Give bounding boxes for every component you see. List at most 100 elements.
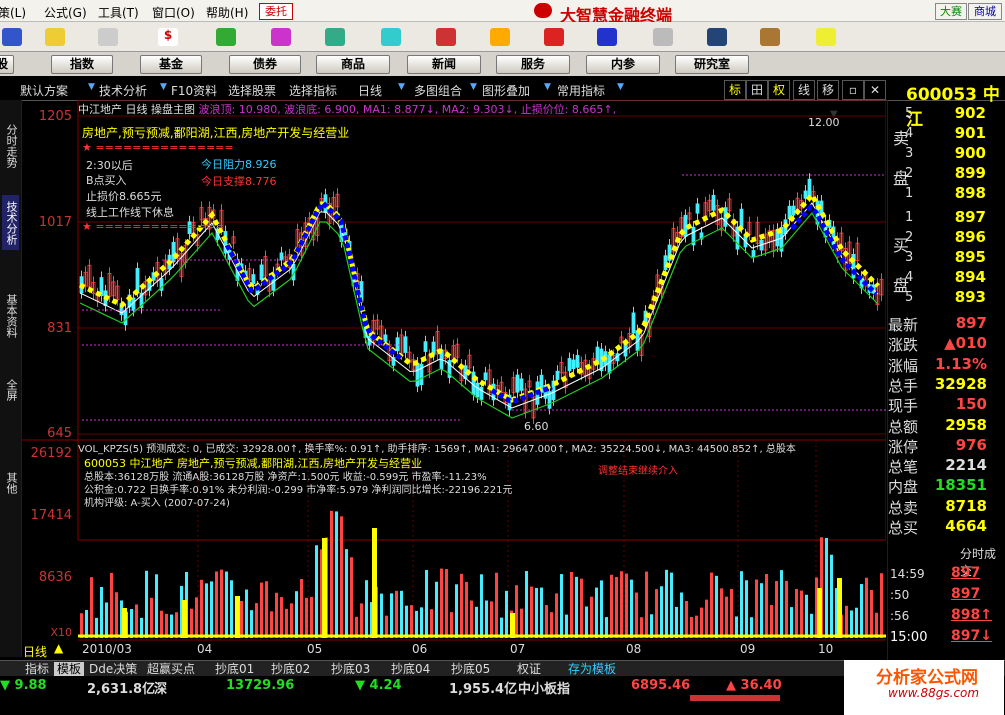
bell-icon[interactable]	[381, 28, 401, 46]
bottom-tab[interactable]: 抄底02	[268, 662, 313, 676]
order-price[interactable]: 897	[951, 208, 986, 226]
index-amount-1: 2,631.8亿	[87, 682, 156, 697]
bottom-tab[interactable]: 超赢买点	[144, 662, 198, 676]
ruler-icon[interactable]	[98, 28, 118, 46]
order-level: 5	[905, 106, 914, 121]
bars-icon[interactable]	[271, 28, 291, 46]
order-price[interactable]: 899	[951, 164, 986, 182]
order-price[interactable]: 895	[951, 248, 986, 266]
tab-intraday[interactable]: 分时走势	[2, 106, 19, 186]
tab-mark[interactable]: 标	[724, 80, 746, 100]
cat-service[interactable]: 服务	[496, 55, 570, 74]
order-price[interactable]: 896	[951, 228, 986, 246]
overlay-button[interactable]: 图形叠加	[482, 82, 530, 99]
dropdown-arrow-icon[interactable]: ▼	[88, 82, 97, 95]
menu-formula[interactable]: 公式(G)	[44, 4, 87, 21]
report-icon[interactable]	[436, 28, 456, 46]
move-icon[interactable]	[45, 28, 65, 46]
mall-button[interactable]: 商城	[968, 3, 1002, 20]
low-label: 6.60	[524, 420, 549, 433]
order-level: 1	[905, 210, 914, 225]
bottom-tab[interactable]: 指标	[22, 662, 52, 676]
tab-technical[interactable]: 技术分析	[2, 195, 19, 250]
tab-grid[interactable]: 田	[746, 80, 768, 100]
menu-tools[interactable]: 工具(T)	[98, 4, 139, 21]
order-price[interactable]: 893	[951, 288, 986, 306]
cat-index[interactable]: 指数	[51, 55, 113, 74]
dropdown-arrow-icon[interactable]: ▼	[470, 82, 479, 95]
order-level: 3	[905, 250, 914, 265]
order-price[interactable]: 901	[951, 124, 986, 142]
date-tick: 06	[412, 642, 428, 656]
quote-value: 897	[955, 314, 987, 332]
bottom-tab[interactable]: 模板	[54, 662, 85, 676]
breadth-bar	[690, 695, 780, 701]
cat-insider[interactable]: 内参	[586, 55, 660, 74]
menu-window[interactable]: 窗口(O)	[152, 4, 195, 21]
triangle-up-icon[interactable]: ▲	[54, 641, 63, 655]
cat-bond[interactable]: 债券	[229, 55, 301, 74]
period-indicator[interactable]: 日线	[23, 643, 47, 660]
tab-other[interactable]: 其他	[2, 468, 19, 498]
common-indicator-button[interactable]: 常用指标	[557, 82, 605, 99]
tab-line[interactable]: 线	[793, 80, 815, 100]
cat-commodity[interactable]: 商品	[316, 55, 390, 74]
watermark-title: 分析家公式网	[876, 668, 978, 688]
bottom-tab[interactable]: Dde决策	[86, 662, 140, 676]
period-select[interactable]: 日线	[358, 82, 382, 99]
menu-help[interactable]: 帮助(H)	[206, 4, 248, 21]
bottom-tab[interactable]: 抄底03	[328, 662, 373, 676]
order-price[interactable]: 902	[951, 104, 986, 122]
monitor-icon[interactable]	[707, 28, 727, 46]
order-price[interactable]: 900	[951, 144, 986, 162]
cat-stocks[interactable]: 股	[0, 55, 14, 74]
dropdown-arrow-icon[interactable]: ▼	[160, 82, 169, 95]
dollar-icon[interactable]: $	[158, 28, 178, 46]
back-icon[interactable]	[2, 28, 22, 46]
scheme-select[interactable]: 默认方案	[20, 82, 68, 99]
dropdown-arrow-icon[interactable]: ▼	[544, 82, 553, 95]
tab-right[interactable]: 权	[768, 80, 790, 100]
bottom-tab[interactable]: 抄底01	[212, 662, 257, 676]
cat-news[interactable]: 新闻	[407, 55, 481, 74]
bottom-tab[interactable]: 抄底04	[388, 662, 433, 676]
date-tick: 07	[510, 642, 526, 656]
window-close-icon[interactable]: ✕	[864, 80, 886, 100]
help-icon[interactable]	[816, 28, 836, 46]
menu-strategy[interactable]: 策(L)	[0, 4, 26, 21]
window-restore-icon[interactable]: ▫	[842, 80, 864, 100]
order-price[interactable]: 894	[951, 268, 986, 286]
phone-icon[interactable]	[544, 28, 564, 46]
volume-bars	[78, 510, 886, 638]
folder-icon[interactable]	[653, 28, 673, 46]
tab-fullscreen[interactable]: 全屏	[2, 375, 19, 405]
tab-fundamentals[interactable]: 基本资料	[2, 286, 19, 346]
dropdown-arrow-icon[interactable]: ▼	[617, 82, 626, 95]
money-icon[interactable]	[216, 28, 236, 46]
select-indicator-button[interactable]: 选择指标	[289, 82, 337, 99]
bottom-tab[interactable]: 权证	[514, 662, 544, 676]
books-icon[interactable]	[760, 28, 780, 46]
multi-chart-button[interactable]: 多图组合	[414, 82, 462, 99]
contest-button[interactable]: 大赛	[935, 3, 967, 20]
cat-research[interactable]: 研究室	[675, 55, 749, 74]
index-change-2: ▼ 4.24	[355, 678, 402, 693]
globe-icon[interactable]	[597, 28, 617, 46]
tech-analysis-select[interactable]: 技术分析	[99, 82, 147, 99]
bottom-tab[interactable]: 抄底05	[448, 662, 493, 676]
binoculars-icon[interactable]	[325, 28, 345, 46]
bottom-tab[interactable]: 存为模板	[565, 662, 619, 676]
f10-button[interactable]: F10资料	[171, 82, 217, 99]
stock-chart[interactable]	[22, 100, 886, 660]
tab-move[interactable]: 移	[817, 80, 839, 100]
index-value-2: 6895.46	[631, 678, 691, 693]
quote-value: 4664	[945, 517, 987, 535]
index-amount-2: 1,955.4亿	[449, 682, 518, 697]
select-stock-button[interactable]: 选择股票	[228, 82, 276, 99]
order-price[interactable]: 898	[951, 184, 986, 202]
target-icon[interactable]	[490, 28, 510, 46]
cat-fund[interactable]: 基金	[140, 55, 202, 74]
trade-button[interactable]: 委托	[259, 3, 293, 20]
price-tick: 1017	[38, 215, 72, 230]
dropdown-arrow-icon[interactable]: ▼	[398, 82, 407, 95]
